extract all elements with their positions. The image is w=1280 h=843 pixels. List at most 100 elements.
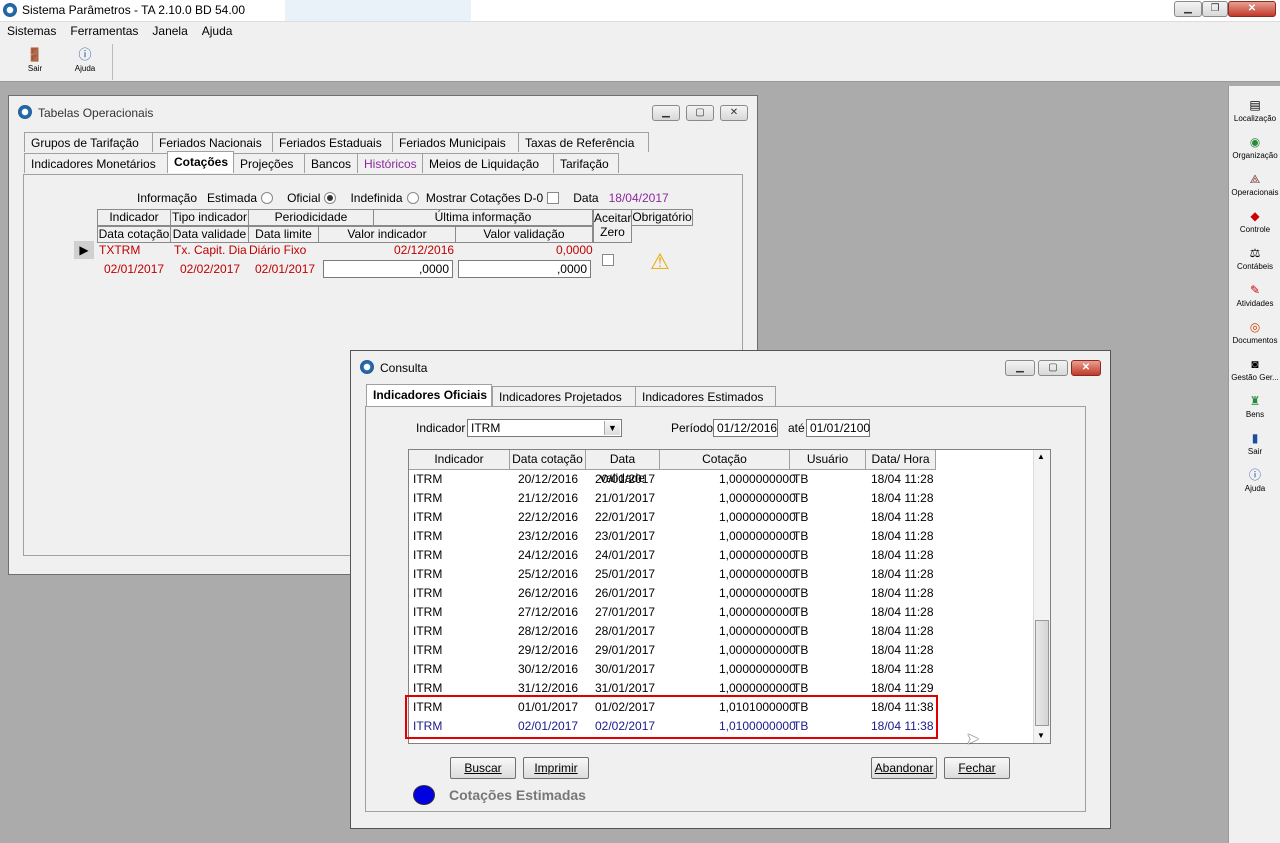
table-row[interactable]: ITRM 28/12/2016 28/01/2017 1,0000000000 TB 18… bbox=[409, 622, 1039, 641]
menu-sistemas[interactable]: Sistemas bbox=[0, 22, 63, 38]
tab-taxas-referencia[interactable]: Taxas de Referência bbox=[518, 132, 649, 152]
col-data-validade[interactable]: Data validade bbox=[586, 450, 660, 485]
money-bag-icon: ♜ bbox=[1249, 394, 1261, 408]
indicador-select-value: ITRM bbox=[471, 421, 501, 435]
tab-indicadores-projetados[interactable]: Indicadores Projetados bbox=[492, 386, 636, 406]
toolbar: 🚪 Sair ⓘ Ajuda bbox=[0, 42, 1280, 82]
maximize-icon[interactable]: ▢ bbox=[1038, 360, 1068, 376]
col-data-cotacao[interactable]: Data cotação bbox=[510, 450, 586, 470]
toolbar-ajuda-button[interactable]: ⓘ Ajuda bbox=[65, 48, 105, 74]
table-cell: 1,0000000000 bbox=[719, 624, 796, 638]
table-row[interactable]: ITRM 25/12/2016 25/01/2017 1,0000000000 TB 18… bbox=[409, 565, 1039, 584]
table-cell: 20/01/2017 bbox=[595, 472, 656, 486]
table-row[interactable]: ITRM 23/12/2016 23/01/2017 1,0000000000 TB 18… bbox=[409, 527, 1039, 546]
dock-label: Localização bbox=[1233, 114, 1277, 123]
indicador-label: Indicador bbox=[416, 421, 466, 435]
table-cell: ITRM bbox=[413, 605, 443, 619]
minimize-icon[interactable]: ▁ bbox=[1174, 1, 1202, 17]
tab-indicadores-monetarios[interactable]: Indicadores Monetários bbox=[24, 153, 168, 173]
menu-ferramentas[interactable]: Ferramentas bbox=[63, 22, 145, 38]
indefinida-radio[interactable] bbox=[406, 192, 419, 204]
right-dock: ▤ Localização ◉ Organização ⟁ Operacionais … bbox=[1228, 86, 1280, 843]
row-selector-arrow-icon[interactable]: ▶ bbox=[74, 241, 94, 259]
col-data-limite: Data limite bbox=[248, 226, 319, 243]
tab-projecoes[interactable]: Projeções bbox=[233, 153, 305, 173]
abandonar-button[interactable]: Abandonar bbox=[871, 757, 937, 779]
dock-operacionais[interactable]: ⟁ Operacionais bbox=[1229, 172, 1280, 197]
dock-controle[interactable]: ◆ Controle bbox=[1229, 209, 1280, 234]
dock-contabeis[interactable]: ⚖ Contábeis bbox=[1229, 246, 1280, 271]
toolbar-sair-button[interactable]: 🚪 Sair bbox=[15, 48, 55, 74]
tab-meios-liquidacao[interactable]: Meios de Liquidação bbox=[422, 153, 554, 173]
dock-ajuda[interactable]: ⓘ Ajuda bbox=[1229, 468, 1280, 493]
tab-bancos[interactable]: Bancos bbox=[304, 153, 358, 173]
minimize-icon[interactable]: ▁ bbox=[652, 105, 680, 121]
estimada-radio[interactable] bbox=[261, 192, 274, 204]
tab-indicadores-oficiais[interactable]: Indicadores Oficiais bbox=[366, 384, 492, 406]
oficial-radio[interactable] bbox=[324, 192, 337, 204]
dock-bens[interactable]: ♜ Bens bbox=[1229, 394, 1280, 419]
mostrar-d0-checkbox[interactable] bbox=[547, 192, 560, 204]
table-row[interactable]: ITRM 20/12/2016 20/01/2017 1,0000000000 TB 18… bbox=[409, 470, 1039, 489]
dock-localizacao[interactable]: ▤ Localização bbox=[1229, 98, 1280, 123]
scroll-up-icon[interactable]: ▲ bbox=[1037, 452, 1045, 461]
dock-sair[interactable]: ▮ Sair bbox=[1229, 431, 1280, 456]
menu-janela[interactable]: Janela bbox=[145, 22, 194, 38]
table-row[interactable]: ITRM 22/12/2016 22/01/2017 1,0000000000 TB 18… bbox=[409, 508, 1039, 527]
table-row[interactable]: ITRM 26/12/2016 26/01/2017 1,0000000000 TB 18… bbox=[409, 584, 1039, 603]
table-row[interactable]: ITRM 21/12/2016 21/01/2017 1,0000000000 TB 18… bbox=[409, 489, 1039, 508]
table-cell: 27/01/2017 bbox=[595, 605, 656, 619]
tab-grupos-tarifacao[interactable]: Grupos de Tarifação bbox=[24, 132, 153, 152]
table-row[interactable]: ITRM 29/12/2016 29/01/2017 1,0000000000 TB 18… bbox=[409, 641, 1039, 660]
table-row[interactable]: ITRM 30/12/2016 30/01/2017 1,0000000000 TB 18… bbox=[409, 660, 1039, 679]
grid-header: Indicador Data cotação Data validade Cot… bbox=[409, 450, 1039, 485]
tab-cotacoes[interactable]: Cotações bbox=[167, 151, 234, 173]
valor-validacao-input[interactable]: ,0000 bbox=[458, 260, 591, 278]
table-row[interactable]: ITRM 24/12/2016 24/01/2017 1,0000000000 TB 18… bbox=[409, 546, 1039, 565]
imprimir-button[interactable]: Imprimir bbox=[523, 757, 589, 779]
table-row[interactable]: ITRM 27/12/2016 27/01/2017 1,0000000000 TB 18… bbox=[409, 603, 1039, 622]
buscar-button[interactable]: Buscar bbox=[450, 757, 516, 779]
dock-atividades[interactable]: ✎ Atividades bbox=[1229, 283, 1280, 308]
indicador-select[interactable]: ITRM ▼ bbox=[467, 419, 622, 437]
col-usuario[interactable]: Usuário bbox=[790, 450, 866, 470]
menu-ajuda[interactable]: Ajuda bbox=[195, 22, 240, 38]
table-cell: 1,0000000000 bbox=[719, 548, 796, 562]
scroll-down-icon[interactable]: ▼ bbox=[1037, 731, 1045, 740]
dock-organizacao[interactable]: ◉ Organização bbox=[1229, 135, 1280, 160]
col-indicador[interactable]: Indicador bbox=[409, 450, 510, 470]
table-cell: 21/01/2017 bbox=[595, 491, 656, 505]
col-data-hora[interactable]: Data/ Hora bbox=[866, 450, 936, 470]
tab-feriados-nacionais[interactable]: Feriados Nacionais bbox=[152, 132, 273, 152]
organization-icon: ◉ bbox=[1249, 135, 1261, 149]
dock-documentos[interactable]: ◎ Documentos bbox=[1229, 320, 1280, 345]
aceitar-zero-checkbox[interactable] bbox=[602, 254, 614, 266]
tab-feriados-estaduais[interactable]: Feriados Estaduais bbox=[272, 132, 393, 152]
tab-indicadores-estimados[interactable]: Indicadores Estimados bbox=[635, 386, 776, 406]
mouse-cursor-icon: ➤ bbox=[966, 731, 980, 748]
table-cell: 23/12/2016 bbox=[518, 529, 579, 543]
tab-feriados-municipais[interactable]: Feriados Municipais bbox=[392, 132, 519, 152]
grid-vertical-scrollbar[interactable]: ▲ ▼ bbox=[1033, 450, 1050, 743]
fechar-button[interactable]: Fechar bbox=[944, 757, 1010, 779]
close-icon[interactable]: ✕ bbox=[1071, 360, 1101, 376]
table-cell: 18/04 11:28 bbox=[871, 510, 934, 524]
chevron-down-icon[interactable]: ▼ bbox=[604, 421, 620, 435]
tab-tarifacao[interactable]: Tarifação bbox=[553, 153, 619, 173]
valor-indicador-input[interactable]: ,0000 bbox=[323, 260, 453, 278]
table-cell: 18/04 11:28 bbox=[871, 662, 934, 676]
table-cell: 29/01/2017 bbox=[595, 643, 656, 657]
periodo-from-input[interactable]: 01/12/2016 bbox=[713, 419, 778, 437]
table-cell: 1,0000000000 bbox=[719, 643, 796, 657]
restore-icon[interactable]: ❐ bbox=[1202, 1, 1228, 17]
col-cotacao[interactable]: Cotação bbox=[660, 450, 790, 470]
close-icon[interactable]: ✕ bbox=[1228, 1, 1276, 17]
tab-historicos[interactable]: Históricos bbox=[357, 153, 423, 173]
scroll-thumb[interactable] bbox=[1035, 620, 1049, 726]
close-icon[interactable]: ✕ bbox=[720, 105, 748, 121]
col-valor-indicador: Valor indicador bbox=[318, 226, 456, 243]
maximize-icon[interactable]: ▢ bbox=[686, 105, 714, 121]
periodo-to-input[interactable]: 01/01/2100 bbox=[806, 419, 870, 437]
minimize-icon[interactable]: ▁ bbox=[1005, 360, 1035, 376]
dock-gestao[interactable]: ◙ Gestão Ger... bbox=[1229, 357, 1280, 382]
